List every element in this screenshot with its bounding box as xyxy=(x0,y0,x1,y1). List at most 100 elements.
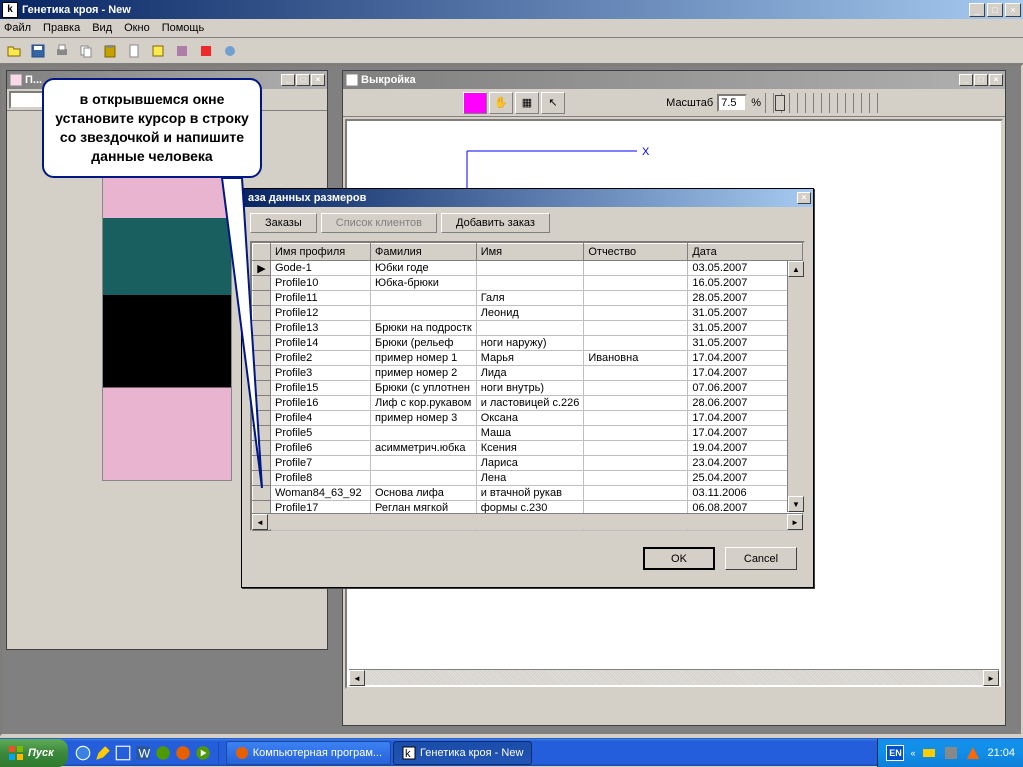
toolbar-btn7-icon[interactable] xyxy=(146,40,169,62)
cell-date[interactable]: 03.11.2006 xyxy=(688,486,803,501)
cell-name[interactable]: Лида xyxy=(476,366,584,381)
cell-patronymic[interactable] xyxy=(584,411,688,426)
cell-surname[interactable]: Лиф с кор.рукавом xyxy=(371,396,477,411)
table-row[interactable]: Profile14 Брюки (рельеф ноги наружу) 31.… xyxy=(253,336,803,351)
cell-surname[interactable]: Брюки на подростк xyxy=(371,321,477,336)
tool-hand-icon[interactable]: ✋ xyxy=(489,92,513,114)
toolbar-btn8-icon[interactable] xyxy=(170,40,193,62)
cell-name[interactable] xyxy=(476,321,584,336)
vscroll-down-icon[interactable]: ▼ xyxy=(788,496,804,512)
cell-surname[interactable]: пример номер 1 xyxy=(371,351,477,366)
maximize-button[interactable]: □ xyxy=(987,3,1003,17)
grid-hscroll[interactable]: ◄ ► xyxy=(252,513,803,529)
menu-view[interactable]: Вид xyxy=(92,22,112,34)
cell-date[interactable]: 25.04.2007 xyxy=(688,471,803,486)
cell-name[interactable]: Оксана xyxy=(476,411,584,426)
menu-help[interactable]: Помощь xyxy=(162,22,205,34)
tray-expand-icon[interactable]: « xyxy=(910,748,915,758)
hscroll-left-icon[interactable]: ◄ xyxy=(349,670,365,686)
cell-name[interactable]: Ксения xyxy=(476,441,584,456)
tab-clients[interactable]: Список клиентов xyxy=(321,213,437,233)
cell-patronymic[interactable] xyxy=(584,471,688,486)
toolbar-print-icon[interactable] xyxy=(50,40,73,62)
left-close-button[interactable]: × xyxy=(311,74,325,86)
table-row[interactable]: Profile7 Лариса 23.04.2007 xyxy=(253,456,803,471)
table-row[interactable]: Profile4 пример номер 3 Оксана 17.04.200… xyxy=(253,411,803,426)
left-maximize-button[interactable]: □ xyxy=(296,74,310,86)
cell-name[interactable]: и ластовицей с.226 xyxy=(476,396,584,411)
ghscroll-right-icon[interactable]: ► xyxy=(787,514,803,530)
ql-globe-icon[interactable] xyxy=(154,744,172,762)
table-row[interactable]: Profile2 пример номер 1 Марья Ивановна 1… xyxy=(253,351,803,366)
table-row[interactable]: Profile12 Леонид 31.05.2007 xyxy=(253,306,803,321)
table-row[interactable]: Profile5 Маша 17.04.2007 xyxy=(253,426,803,441)
cell-date[interactable]: 07.06.2007 xyxy=(688,381,803,396)
cell-patronymic[interactable]: Ивановна xyxy=(584,351,688,366)
cell-patronymic[interactable] xyxy=(584,486,688,501)
cell-patronymic[interactable] xyxy=(584,306,688,321)
cell-date[interactable]: 31.05.2007 xyxy=(688,336,803,351)
ql-app-icon[interactable] xyxy=(114,744,132,762)
ql-media-icon[interactable] xyxy=(194,744,212,762)
tab-add-order[interactable]: Добавить заказ xyxy=(441,213,550,233)
cell-date[interactable]: 31.05.2007 xyxy=(688,321,803,336)
task-item-2[interactable]: k Генетика кроя - New xyxy=(393,741,532,765)
cell-name[interactable]: Марья xyxy=(476,351,584,366)
scale-slider[interactable] xyxy=(765,93,885,113)
cancel-button[interactable]: Cancel xyxy=(725,547,797,570)
cell-surname[interactable] xyxy=(371,471,477,486)
table-row[interactable]: Profile16 Лиф с кор.рукавом и ластовицей… xyxy=(253,396,803,411)
cell-patronymic[interactable] xyxy=(584,441,688,456)
clock[interactable]: 21:04 xyxy=(987,747,1015,759)
tray-icon-2[interactable] xyxy=(943,745,959,761)
cell-date[interactable]: 03.05.2007 xyxy=(688,261,803,276)
cell-patronymic[interactable] xyxy=(584,291,688,306)
cell-date[interactable]: 28.06.2007 xyxy=(688,396,803,411)
cell-surname[interactable]: Основа лифа xyxy=(371,486,477,501)
table-row[interactable]: Profile11 Галя 28.05.2007 xyxy=(253,291,803,306)
cell-name[interactable]: Галя xyxy=(476,291,584,306)
tool-grid-icon[interactable]: ▦ xyxy=(515,92,539,114)
language-indicator[interactable]: EN xyxy=(886,745,904,761)
toolbar-btn10-icon[interactable] xyxy=(218,40,241,62)
hscroll-right-icon[interactable]: ► xyxy=(983,670,999,686)
toolbar-paste-icon[interactable] xyxy=(98,40,121,62)
cell-patronymic[interactable] xyxy=(584,366,688,381)
tool-pointer-icon[interactable]: ↖ xyxy=(541,92,565,114)
start-button[interactable]: Пуск xyxy=(0,739,68,767)
ql-firefox-icon[interactable] xyxy=(174,744,192,762)
table-row[interactable]: Profile13 Брюки на подростк 31.05.2007 xyxy=(253,321,803,336)
cell-surname[interactable] xyxy=(371,291,477,306)
ql-pencil-icon[interactable] xyxy=(94,744,112,762)
dialog-close-button[interactable]: × xyxy=(797,192,811,204)
cell-patronymic[interactable] xyxy=(584,381,688,396)
cell-surname[interactable] xyxy=(371,456,477,471)
right-window-titlebar[interactable]: Выкройка _ □ × xyxy=(343,71,1005,89)
tray-icon-1[interactable] xyxy=(921,745,937,761)
cell-date[interactable]: 17.04.2007 xyxy=(688,366,803,381)
cell-name[interactable] xyxy=(476,276,584,291)
cell-surname[interactable]: пример номер 3 xyxy=(371,411,477,426)
cell-name[interactable]: ноги внутрь) xyxy=(476,381,584,396)
minimize-button[interactable]: _ xyxy=(969,3,985,17)
cell-date[interactable]: 31.05.2007 xyxy=(688,306,803,321)
cell-surname[interactable]: пример номер 2 xyxy=(371,366,477,381)
table-row[interactable]: ▶ Gode-1 Юбки годе 03.05.2007 xyxy=(253,261,803,276)
task-item-1[interactable]: Компьютерная програм... xyxy=(226,741,391,765)
cell-date[interactable]: 16.05.2007 xyxy=(688,276,803,291)
cell-patronymic[interactable] xyxy=(584,276,688,291)
cell-date[interactable]: 19.04.2007 xyxy=(688,441,803,456)
table-row[interactable]: Profile6 асимметрич.юбка Ксения 19.04.20… xyxy=(253,441,803,456)
cell-date[interactable]: 17.04.2007 xyxy=(688,426,803,441)
right-minimize-button[interactable]: _ xyxy=(959,74,973,86)
ql-word-icon[interactable]: W xyxy=(134,744,152,762)
toolbar-open-icon[interactable] xyxy=(2,40,25,62)
cell-name[interactable] xyxy=(476,261,584,276)
toolbar-btn9-icon[interactable] xyxy=(194,40,217,62)
cell-date[interactable]: 17.04.2007 xyxy=(688,411,803,426)
close-button[interactable]: × xyxy=(1005,3,1021,17)
table-row[interactable]: Profile15 Брюки (с уплотнен ноги внутрь)… xyxy=(253,381,803,396)
vscroll-up-icon[interactable]: ▲ xyxy=(788,261,804,277)
col-name[interactable]: Имя xyxy=(476,244,584,261)
toolbar-doc-icon[interactable] xyxy=(122,40,145,62)
